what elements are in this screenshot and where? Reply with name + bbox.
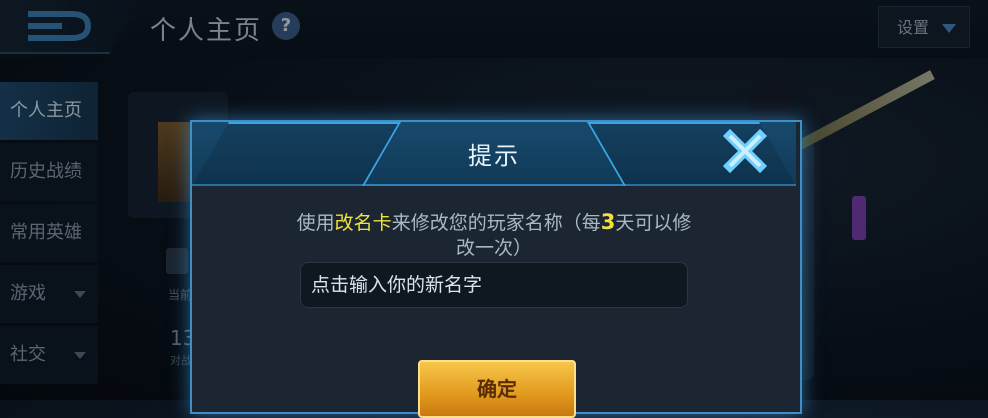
rename-card-highlight: 改名卡 [334, 212, 392, 234]
close-icon[interactable] [722, 128, 768, 174]
dialog-message: 使用改名卡来修改您的玩家名称（每3天可以修改一次） [292, 210, 696, 261]
confirm-button[interactable]: 确定 [418, 360, 576, 418]
days-highlight: 3 [600, 210, 616, 234]
new-name-input[interactable] [300, 262, 688, 308]
dialog-header: 提示 [192, 122, 796, 186]
message-text: 来修改您的玩家名称（每 [391, 212, 601, 234]
dialog-title: 提示 [468, 142, 520, 170]
message-text: 使用 [296, 212, 335, 234]
rename-dialog: 提示 使用改名卡来修改您的玩家名称（每3天可以修改一次） 确定 [190, 120, 802, 418]
